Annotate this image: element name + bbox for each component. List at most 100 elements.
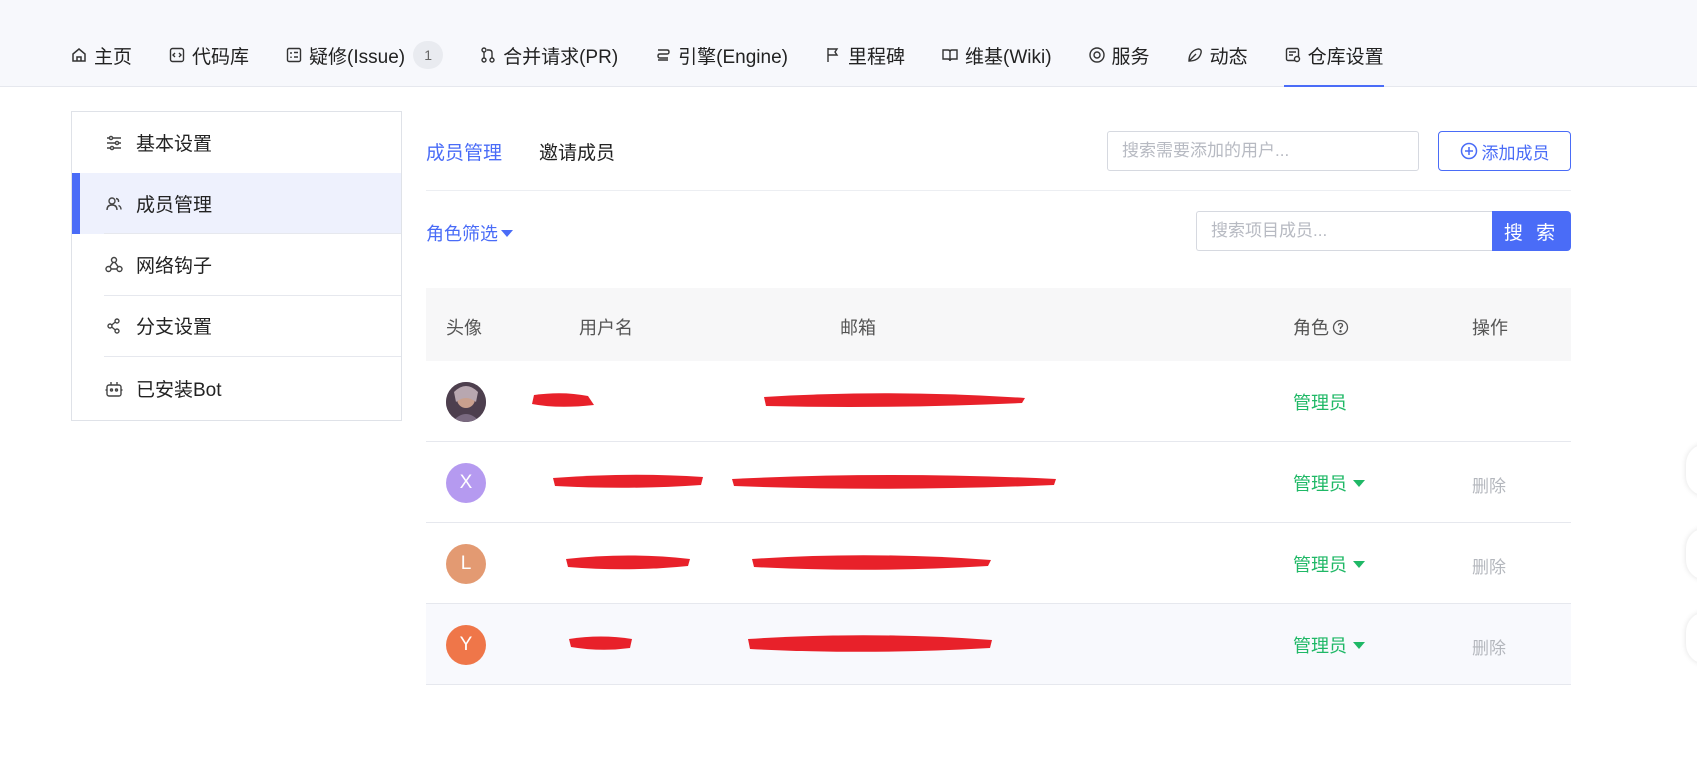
add-member-button[interactable]: 添加成员 [1438, 131, 1571, 171]
avatar: L [446, 544, 486, 584]
members-table: 头像 用户名 邮箱 角色 操作 管理员 X 管理员 删除 L 管理员 删除 Y [426, 288, 1571, 685]
sidebar-divider [104, 233, 401, 234]
sidebar-divider [104, 295, 401, 296]
tab-activity[interactable]: 动态 [1186, 40, 1248, 70]
avatar-photo [446, 382, 486, 422]
redacted-username [569, 636, 632, 650]
role-filter-label: 角色筛选 [426, 224, 498, 244]
header-divider [426, 190, 1571, 191]
redacted-username [566, 555, 690, 570]
floating-action-bubble[interactable] [1686, 528, 1697, 580]
table-header: 头像 用户名 邮箱 角色 操作 [426, 288, 1571, 361]
avatar: X [446, 463, 486, 503]
role-dropdown[interactable]: 管理员 [1293, 632, 1365, 658]
delete-member-button[interactable]: 删除 [1472, 553, 1506, 578]
search-button[interactable]: 搜 索 [1492, 211, 1571, 251]
caret-down-icon [1353, 560, 1365, 568]
avatar [446, 382, 486, 422]
sidebar-item-label: 网络钩子 [136, 256, 213, 277]
member-search-input[interactable] [1196, 211, 1493, 251]
tab-label: 主页 [94, 46, 133, 68]
redacted-email [748, 635, 992, 652]
table-row: L 管理员 删除 [426, 523, 1571, 604]
sidebar-item-label: 分支设置 [136, 317, 213, 338]
floating-action-bubble[interactable] [1686, 612, 1697, 664]
pull-request-icon [479, 46, 497, 64]
role-dropdown[interactable]: 管理员 [1293, 470, 1365, 496]
column-header-avatar: 头像 [446, 318, 482, 338]
sidebar-item-basic-settings[interactable]: 基本设置 [72, 112, 401, 173]
sidebar-item-label: 基本设置 [136, 134, 213, 155]
members-icon [104, 194, 124, 214]
plus-circle-icon [1460, 142, 1478, 160]
tab-label: 代码库 [192, 46, 250, 68]
branch-icon [104, 316, 124, 336]
tab-code[interactable]: 代码库 [168, 40, 249, 70]
issue-icon [285, 46, 303, 64]
tab-label: 里程碑 [848, 46, 906, 68]
tab-service[interactable]: 服务 [1088, 40, 1150, 70]
floating-action-bubble[interactable] [1686, 444, 1697, 496]
role-label: 管理员 [1293, 393, 1347, 413]
settings-sidebar: 基本设置 成员管理 网络钩子 分支设置 已安装Bot [71, 111, 402, 421]
sidebar-item-installed-bot[interactable]: 已安装Bot [72, 357, 401, 420]
role-filter-dropdown[interactable]: 角色筛选 [426, 220, 513, 246]
table-row: Y 管理员 删除 [426, 604, 1571, 685]
sidebar-item-webhooks[interactable]: 网络钩子 [72, 234, 401, 295]
caret-down-icon [1353, 479, 1365, 487]
tab-label: 维基(Wiki) [965, 46, 1052, 68]
tab-label: 引擎(Engine) [678, 46, 788, 68]
tab-repo-settings[interactable]: 仓库设置 [1283, 40, 1384, 87]
subtab-member-management[interactable]: 成员管理 [426, 138, 502, 165]
sidebar-item-label: 成员管理 [136, 195, 213, 216]
redacted-username [532, 393, 594, 407]
sidebar-item-label: 已安装Bot [136, 380, 222, 401]
column-header-username: 用户名 [579, 318, 633, 338]
repo-top-nav: 主页 代码库 疑修(Issue) 1 合并请求(PR) 引擎(Engine) 里… [0, 0, 1697, 87]
tab-wiki[interactable]: 维基(Wiki) [941, 40, 1052, 70]
webhook-icon [104, 255, 124, 275]
table-row: X 管理员 删除 [426, 442, 1571, 523]
add-member-label: 添加成员 [1481, 143, 1550, 163]
sidebar-item-branch-settings[interactable]: 分支设置 [72, 295, 401, 356]
delete-member-button[interactable]: 删除 [1472, 472, 1506, 497]
tab-label: 服务 [1111, 46, 1150, 68]
caret-down-icon [501, 229, 513, 237]
tab-label: 仓库设置 [1307, 46, 1384, 68]
add-user-search-input[interactable] [1107, 131, 1419, 171]
tab-home[interactable]: 主页 [70, 40, 132, 70]
sidebar-item-members[interactable]: 成员管理 [72, 173, 401, 234]
code-icon [168, 46, 186, 64]
tab-label: 合并请求(PR) [503, 46, 619, 68]
column-header-role: 角色 [1293, 314, 1349, 340]
tab-engine[interactable]: 引擎(Engine) [654, 40, 788, 70]
role-header-label: 角色 [1293, 318, 1329, 338]
subtab-invite-member[interactable]: 邀请成员 [539, 138, 615, 165]
help-circle-icon[interactable] [1332, 319, 1349, 336]
activity-icon [1186, 46, 1204, 64]
repo-settings-icon [1284, 46, 1302, 64]
redacted-email [752, 555, 991, 570]
redacted-email [764, 393, 1025, 407]
issue-count-badge: 1 [413, 41, 444, 69]
home-icon [70, 46, 88, 64]
engine-icon [654, 46, 672, 64]
role-dropdown[interactable]: 管理员 [1293, 551, 1365, 577]
column-header-email: 邮箱 [840, 318, 876, 338]
column-header-actions: 操作 [1472, 318, 1508, 338]
redacted-username [553, 474, 703, 488]
tab-issue[interactable]: 疑修(Issue) 1 [285, 40, 444, 70]
tab-label: 动态 [1209, 46, 1248, 68]
table-row: 管理员 [426, 361, 1571, 442]
sidebar-divider [104, 356, 401, 357]
redacted-email [732, 475, 1056, 489]
tab-pull-request[interactable]: 合并请求(PR) [479, 40, 618, 70]
member-subtabs: 成员管理 邀请成员 [426, 138, 652, 165]
book-icon [941, 46, 959, 64]
tab-label: 疑修(Issue) [309, 46, 406, 68]
avatar: Y [446, 625, 486, 665]
flag-icon [824, 46, 842, 64]
tab-milestone[interactable]: 里程碑 [824, 40, 905, 70]
caret-down-icon [1353, 641, 1365, 649]
delete-member-button[interactable]: 删除 [1472, 634, 1506, 659]
